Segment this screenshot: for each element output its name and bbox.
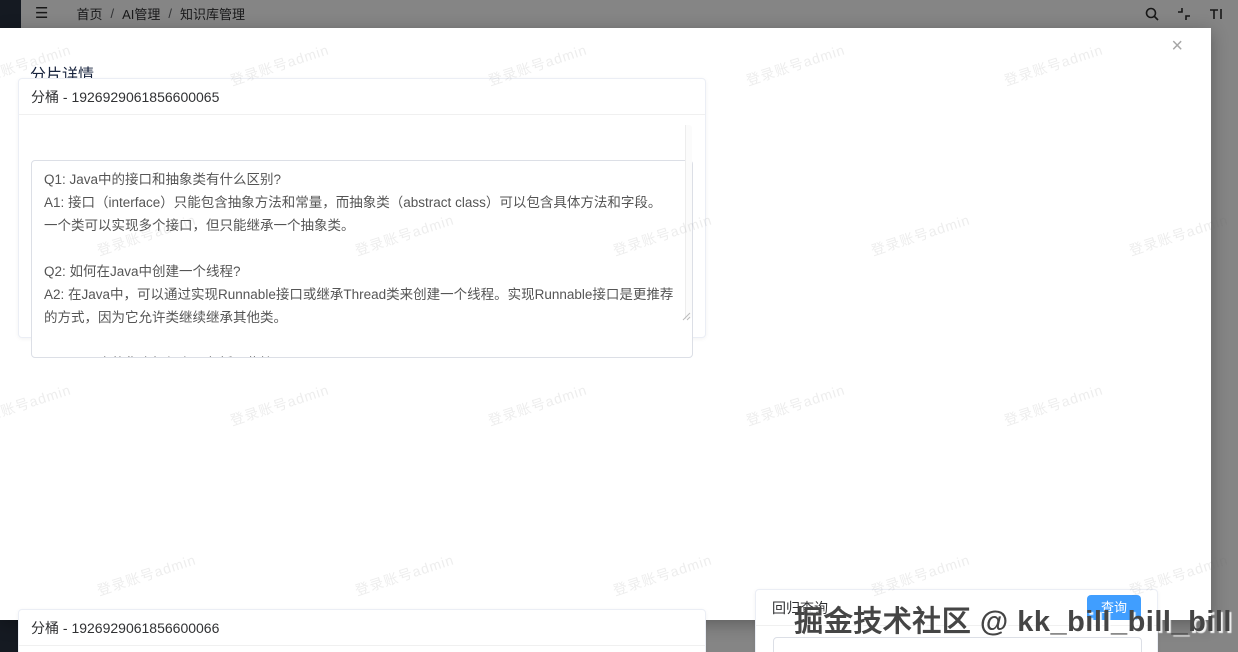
bucket-2-title: 分桶 - 1926929061856600066 [19, 610, 705, 646]
credit-watermark: 掘金技术社区 @ kk_bill_bill_bill [794, 598, 1232, 640]
textarea-scrollbar[interactable] [685, 125, 692, 319]
screen: ☰ 首页 / AI管理 / 知识库管理 [0, 0, 1238, 652]
bucket-1-content-textarea[interactable]: Q1: Java中的接口和抽象类有什么区别? A1: 接口（interface）… [31, 160, 693, 358]
resize-grip-icon[interactable] [681, 308, 691, 318]
bucket-1-title: 分桶 - 1926929061856600065 [19, 79, 705, 115]
bucket-card-1: 分桶 - 1926929061856600065 Q1: Java中的接口和抽象… [18, 78, 706, 338]
bucket-card-2: 分桶 - 1926929061856600066 Q6: 如何在Java中实现单… [18, 609, 706, 652]
close-icon[interactable]: × [1171, 36, 1183, 56]
shard-detail-modal: 分片详情 × 分桶 - 1926929061856600065 Q1: Java… [0, 28, 1211, 620]
